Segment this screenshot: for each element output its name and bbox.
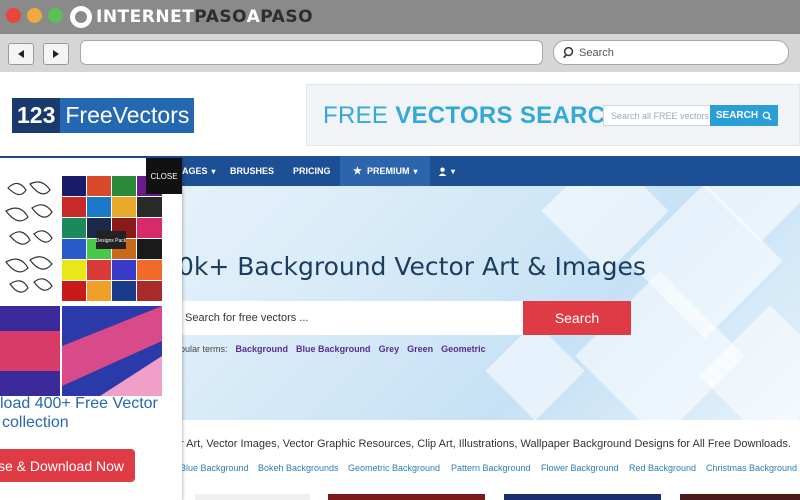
nav-item-images[interactable]: AGES ▾: [182, 156, 216, 186]
header-search-title: FREE VECTORS SEARCH: [323, 102, 623, 130]
watermark-logo: INTERNETPASOAPASO: [70, 5, 313, 29]
popular-terms: opular terms: Background Blue Background…: [175, 344, 486, 354]
promo-pack-label: Designs Pack: [96, 238, 127, 244]
chevron-down-icon: ▾: [413, 166, 418, 176]
result-thumbnail[interactable]: [680, 494, 800, 500]
header-search-button-label: SEARCH: [715, 110, 759, 121]
watermark-icon: [70, 6, 92, 28]
watermark-text-accent-2: PASO: [260, 7, 314, 27]
user-icon: [438, 167, 447, 176]
result-thumbnail[interactable]: [195, 494, 310, 500]
header-search-title-light: FREE: [323, 102, 396, 129]
watermark-text-accent: PASO: [194, 7, 247, 27]
download-button[interactable]: se & Download Now: [0, 449, 135, 482]
site-logo[interactable]: 123 FreeVectors: [12, 98, 195, 133]
result-thumbnail[interactable]: [504, 494, 661, 500]
logo-number: 123: [12, 98, 61, 133]
watermark-text-a: A: [246, 7, 261, 27]
related-tag-link[interactable]: Pattern Background: [451, 463, 531, 473]
popular-term-link[interactable]: Blue Background: [296, 344, 371, 354]
browser-toolbar: Search: [0, 34, 800, 72]
chevron-down-icon: ▾: [211, 166, 216, 176]
related-tag-link[interactable]: Red Background: [629, 463, 696, 473]
nav-item-brushes[interactable]: BRUSHES: [230, 156, 274, 186]
search-icon: [762, 111, 772, 121]
minimize-window-button[interactable]: [27, 8, 42, 23]
nav-item-label: PREMIUM: [366, 166, 410, 176]
decorative-square: [485, 321, 585, 420]
header-search-panel: FREE VECTORS SEARCH Search all FREE vect…: [306, 84, 800, 146]
nav-item-premium[interactable]: ★ PREMIUM ▾: [340, 156, 431, 186]
star-icon: ★: [353, 165, 362, 177]
back-arrow-icon: [18, 50, 24, 58]
forward-button[interactable]: [43, 43, 69, 65]
window-titlebar: INTERNETPASOAPASO: [0, 0, 800, 34]
result-thumbnail[interactable]: [328, 494, 485, 500]
back-button[interactable]: [8, 43, 34, 65]
related-tag-link[interactable]: Geometric Background: [348, 463, 440, 473]
browser-search-placeholder: Search: [579, 46, 614, 59]
hero-search-placeholder: Search for free vectors ...: [185, 312, 309, 324]
hero-search-button[interactable]: Search: [523, 301, 631, 335]
popular-terms-label: opular terms:: [175, 344, 228, 354]
nav-item-account[interactable]: ▾: [438, 156, 455, 186]
related-tag-link[interactable]: Bokeh Backgrounds: [258, 463, 339, 473]
hero-title: 0k+ Background Vector Art & Images: [178, 252, 646, 281]
header-search-input[interactable]: Search all FREE vectors: [603, 105, 711, 126]
popular-term-link[interactable]: Background: [236, 344, 289, 354]
close-window-button[interactable]: [6, 8, 21, 23]
promo-preview-image: Designs Pack: [0, 176, 162, 396]
browser-window: INTERNETPASOAPASO Search 123 FreeVectors…: [0, 0, 800, 500]
promo-line-2: collection: [2, 414, 69, 431]
watermark-text: INTERNET: [96, 7, 195, 27]
related-tag-link[interactable]: Christmas Background: [706, 463, 797, 473]
popular-term-link[interactable]: Geometric: [441, 344, 486, 354]
maximize-window-button[interactable]: [48, 8, 63, 23]
page-description: r Art, Vector Images, Vector Graphic Res…: [180, 438, 791, 450]
nav-item-label: PRICING: [293, 166, 331, 176]
header-search-title-bold: VECTORS SEARCH: [395, 102, 623, 129]
address-bar[interactable]: [80, 40, 543, 65]
related-tag-link[interactable]: Blue Background: [180, 463, 249, 473]
search-icon: [563, 46, 574, 59]
nav-item-label: BRUSHES: [230, 166, 275, 176]
promo-line-1: load 400+ Free Vector: [0, 395, 158, 412]
site-header: 123 FreeVectors FREE VECTORS SEARCH Sear…: [0, 72, 800, 156]
forward-arrow-icon: [53, 50, 59, 58]
close-modal-button[interactable]: CLOSE: [146, 158, 182, 194]
related-tag-link[interactable]: Flower Background: [541, 463, 619, 473]
hero-search-input[interactable]: Search for free vectors ...: [180, 301, 523, 335]
header-search-placeholder: Search all FREE vectors: [611, 111, 710, 121]
chevron-down-icon: ▾: [451, 166, 456, 176]
logo-word: FreeVectors: [60, 98, 195, 133]
nav-item-pricing[interactable]: PRICING: [293, 156, 331, 186]
nav-item-label: AGES: [182, 166, 208, 176]
promo-text: load 400+ Free Vector collection: [0, 394, 182, 432]
popular-term-link[interactable]: Grey: [379, 344, 400, 354]
header-search-button[interactable]: SEARCH: [710, 105, 778, 126]
promo-modal: Designs Pack CLOSE load 400+ Free Vector…: [0, 158, 182, 500]
popular-term-link[interactable]: Green: [407, 344, 433, 354]
browser-search-field[interactable]: Search: [553, 40, 789, 65]
